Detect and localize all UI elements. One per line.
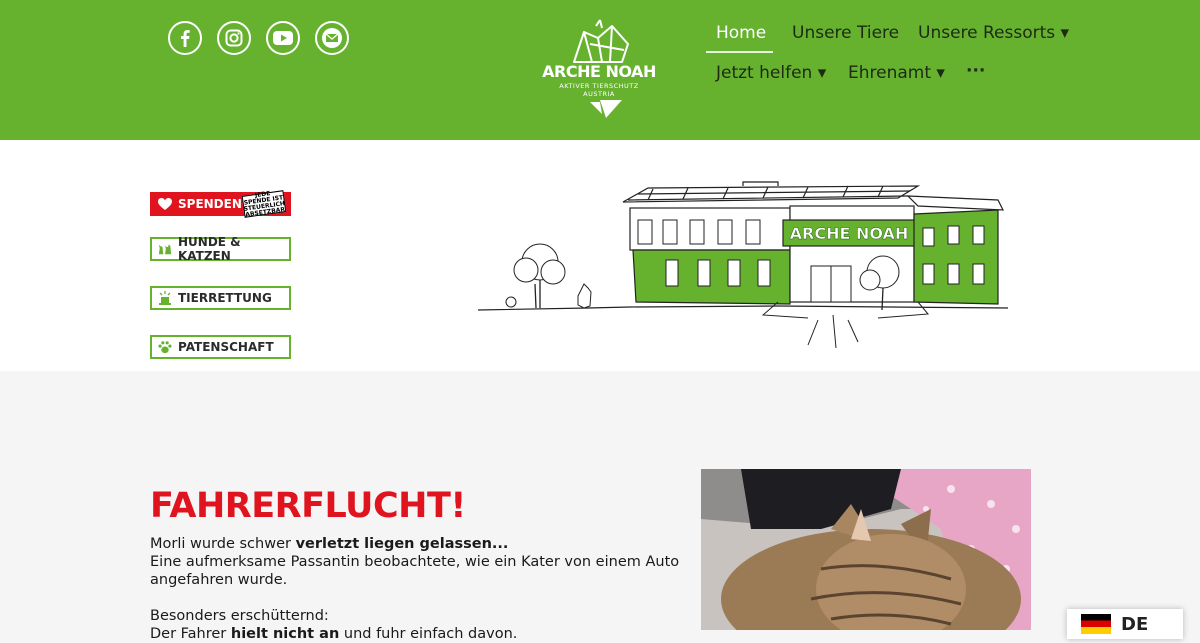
- language-switcher[interactable]: DE: [1067, 609, 1183, 639]
- youtube-icon[interactable]: [266, 21, 300, 55]
- logo-subtitle-country: AUSTRIA: [583, 90, 615, 98]
- building-illustration: ARCHE NOAH: [478, 181, 1008, 349]
- article-line-2: Eine aufmerksame Passantin beobachtete, …: [150, 554, 680, 570]
- paw-icon: [158, 340, 172, 354]
- logo-subtitle: AKTIVER TIERSCHUTZ: [559, 82, 639, 90]
- nav-more-button[interactable]: ···: [966, 61, 985, 81]
- email-icon[interactable]: [315, 21, 349, 55]
- building-sign: ARCHE NOAH: [790, 224, 909, 243]
- article-line-5: Der Fahrer hielt nicht an und fuhr einfa…: [150, 625, 517, 643]
- instagram-icon[interactable]: [217, 21, 251, 55]
- language-code: DE: [1121, 613, 1149, 635]
- spenden-label: SPENDEN: [178, 197, 242, 211]
- spenden-button[interactable]: SPENDEN JEDE SPENDE IST STEUERLICH ABSET…: [150, 190, 291, 219]
- facebook-icon[interactable]: [168, 21, 202, 55]
- patenschaft-button[interactable]: PATENSCHAFT: [150, 335, 291, 359]
- tierrettung-label: TIERRETTUNG: [178, 291, 272, 305]
- hunde-katzen-button[interactable]: HUNDE & KATZEN: [150, 235, 291, 263]
- article-line-1-bold: verletzt liegen gelassen...: [295, 536, 509, 552]
- arche-noah-logo[interactable]: ARCHE NOAH AKTIVER TIERSCHUTZ AUSTRIA: [540, 18, 658, 120]
- site-header: ARCHE NOAH AKTIVER TIERSCHUTZ AUSTRIA Ho…: [0, 0, 1200, 140]
- article-line-1: Morli wurde schwer verletzt liegen gelas…: [150, 535, 508, 553]
- article-line-4: Besonders erschütternd:: [150, 608, 329, 624]
- hunde-katzen-label: HUNDE & KATZEN: [178, 235, 241, 263]
- nav-ehrenamt[interactable]: Ehrenamt ▾: [848, 63, 945, 83]
- article-line-5-rest: und fuhr einfach davon.: [339, 626, 518, 642]
- nav-active-indicator: [706, 51, 773, 53]
- nav-jetzt-helfen[interactable]: Jetzt helfen ▾: [716, 63, 826, 83]
- article-line-5-text: Der Fahrer: [150, 626, 231, 642]
- siren-icon: [158, 291, 172, 305]
- cat-photo: [701, 469, 1031, 630]
- nav-unsere-ressorts[interactable]: Unsere Ressorts ▾: [918, 23, 1069, 43]
- heart-icon: [158, 197, 172, 211]
- nav-unsere-tiere[interactable]: Unsere Tiere: [792, 23, 899, 43]
- nav-home[interactable]: Home: [716, 23, 766, 43]
- tierrettung-button[interactable]: TIERRETTUNG: [150, 286, 291, 310]
- article-line-5-bold: hielt nicht an: [230, 626, 340, 642]
- article-line-1-text: Morli wurde schwer: [150, 536, 296, 552]
- germany-flag-icon: [1081, 614, 1111, 634]
- patenschaft-label: PATENSCHAFT: [178, 340, 274, 354]
- article-title: FAHRERFLUCHT!: [150, 486, 466, 526]
- article-line-3: angefahren wurde.: [150, 572, 288, 588]
- dog-cat-icon: [158, 242, 172, 256]
- logo-title: ARCHE NOAH: [542, 62, 656, 81]
- tax-deductible-badge: JEDE SPENDE IST STEUERLICH ABSETZBAR: [241, 190, 287, 219]
